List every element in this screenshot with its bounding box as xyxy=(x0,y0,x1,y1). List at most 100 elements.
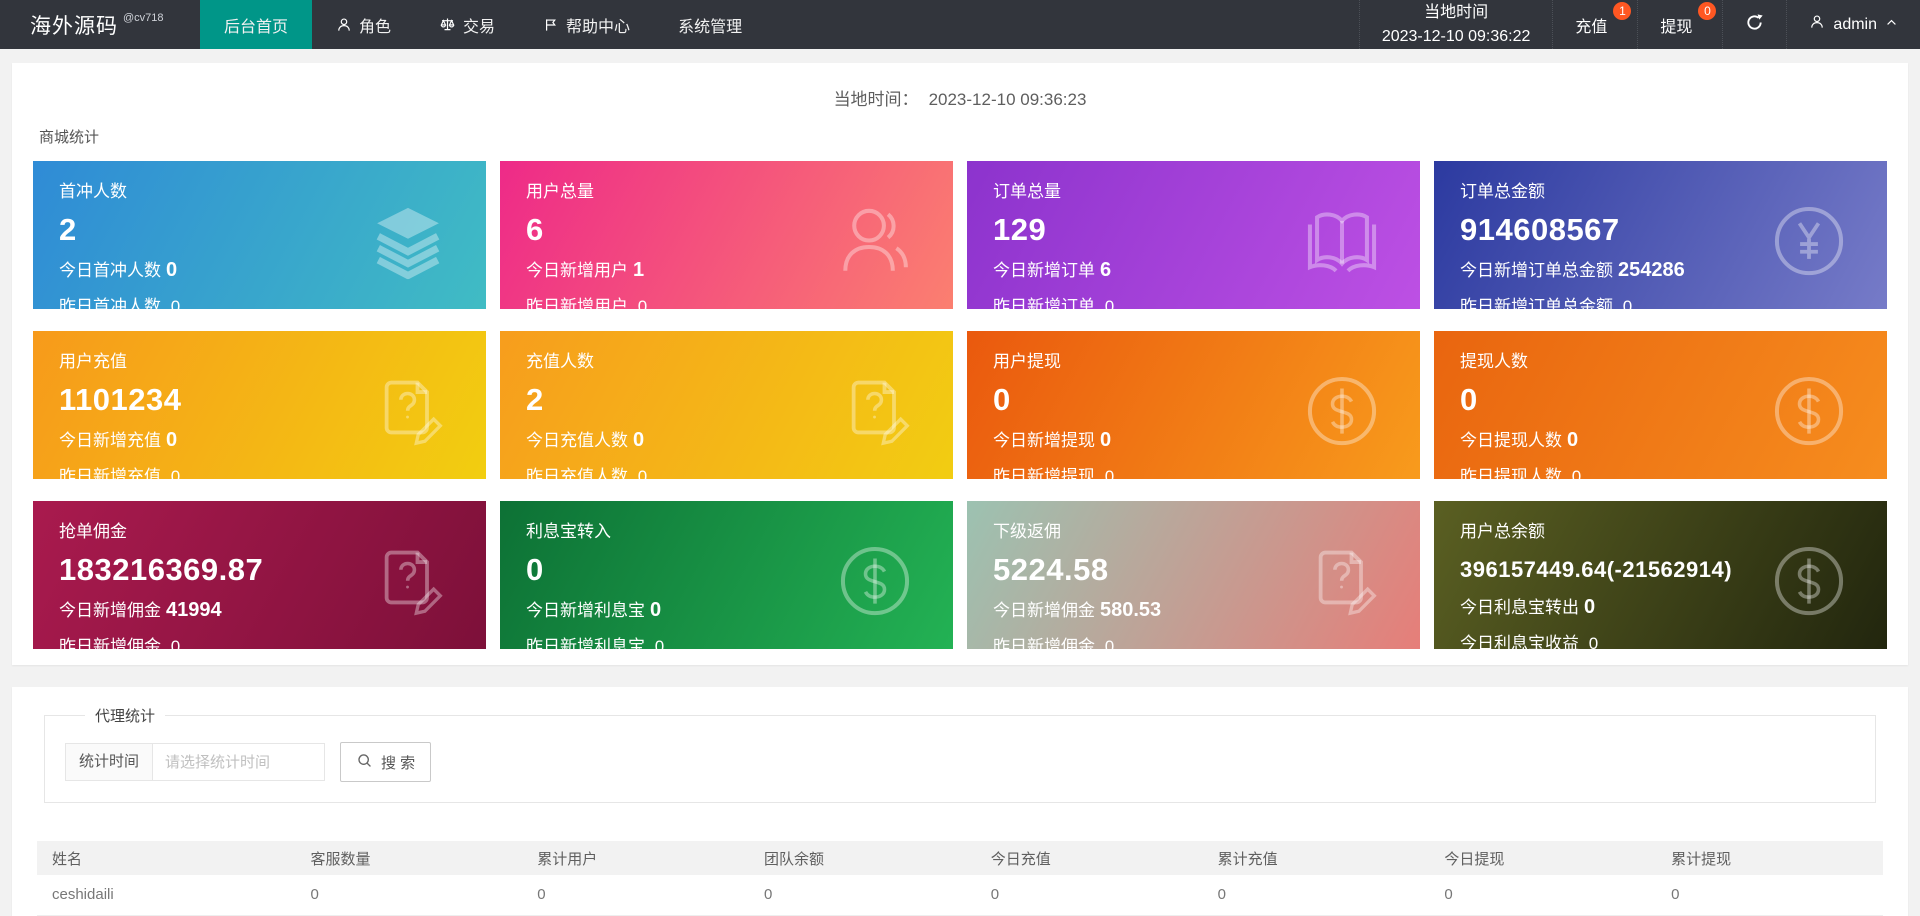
stat-card-title: 提现人数 xyxy=(1460,352,1528,371)
stat-card: 首冲人数 2 今日首冲人数 0 昨日首冲人数 0 xyxy=(33,161,486,309)
stat-time-label: 统计时间 xyxy=(65,743,154,781)
column-header: 累计用户 xyxy=(522,841,749,875)
users-icon xyxy=(837,203,913,279)
stat-card-yesterday-line: 昨日新增佣金 0 xyxy=(59,637,181,649)
table-cell: 0 xyxy=(1429,875,1657,916)
withdraw-label: 提现 xyxy=(1660,18,1693,36)
stat-card-yesterday-line: 昨日首冲人数 0 xyxy=(59,297,181,309)
agent-table-body: ceshidaili0000000qwe00100000001237770000… xyxy=(37,875,1883,916)
doc-edit-icon xyxy=(370,543,446,619)
stat-card-title: 用户总量 xyxy=(526,182,594,201)
withdraw-badge: 0 xyxy=(1698,2,1717,20)
menu-item-trade[interactable]: 交易 xyxy=(415,0,519,49)
column-header: 今日充值 xyxy=(975,841,1203,875)
doc-edit-icon xyxy=(370,373,446,449)
stat-card-title: 用户充值 xyxy=(59,352,127,371)
stat-card-yesterday-line: 昨日充值人数 0 xyxy=(526,467,648,479)
menu-item-help-center[interactable]: 帮助中心 xyxy=(519,0,654,49)
brand-logo[interactable]: 海外源码 @cv718 xyxy=(0,0,200,49)
menu-item-label: 交易 xyxy=(463,18,496,36)
column-header: 累计充值 xyxy=(1202,841,1430,875)
stat-card-title: 抢单佣金 xyxy=(59,522,127,541)
menu-item-system[interactable]: 系统管理 xyxy=(654,0,766,49)
stat-card-title: 用户总余额 xyxy=(1460,522,1545,541)
menu-item-roles[interactable]: 角色 xyxy=(312,0,415,49)
stat-time-input[interactable] xyxy=(153,743,326,781)
local-time-value: 2023-12-10 09:36:22 xyxy=(1381,27,1531,45)
local-time-block: 当地时间 2023-12-10 09:36:22 xyxy=(1358,0,1553,49)
user-menu[interactable]: admin xyxy=(1786,0,1920,49)
refresh-icon xyxy=(1745,13,1764,37)
stat-card-title: 充值人数 xyxy=(526,352,594,371)
stat-card-yesterday-line: 昨日新增提现 0 xyxy=(993,467,1115,479)
recharge-badge: 1 xyxy=(1613,2,1632,20)
column-header: 累计提现 xyxy=(1656,841,1883,875)
column-header: 团队余额 xyxy=(749,841,976,875)
agent-table: 姓名 客服数量 累计用户 团队余额 今日充值 累计充值 今日提现 累计提现 ceshidail… xyxy=(37,841,1883,916)
stat-card: 用户总余额 396157449.64(-21562914) 今日利息宝转出 0 今… xyxy=(1434,501,1887,649)
user-icon xyxy=(336,17,352,33)
stat-card: 订单总量 129 今日新增订单 6 昨日新增订单 0 xyxy=(967,161,1420,309)
stat-card-title: 用户提现 xyxy=(993,352,1061,371)
stat-card-yesterday-line: 昨日提现人数 0 xyxy=(1460,467,1582,479)
stat-card-yesterday-line: 昨日新增订单 0 xyxy=(993,297,1115,309)
stat-card-title: 订单总量 xyxy=(993,182,1061,201)
table-cell: 0 xyxy=(1656,875,1883,916)
search-button-label: 搜 索 xyxy=(381,754,416,772)
stat-card-title: 首冲人数 xyxy=(59,182,127,201)
scale-icon xyxy=(439,16,456,33)
table-row: ceshidaili 0 0 0 0 0 0 0 xyxy=(37,875,1883,916)
agent-panel: 代理统计 统计时间 搜 索 姓名客服数量累计用户团队余额今日充值累计充值今日提现… xyxy=(12,687,1908,916)
search-button[interactable]: 搜 索 xyxy=(340,742,432,782)
chevron-up-icon xyxy=(1885,16,1898,34)
stat-card: 用户总量 6 今日新增用户 1 昨日新增用户 0 xyxy=(500,161,953,309)
panel-local-time-value: 2023-12-10 09:36:23 xyxy=(928,90,1087,109)
table-cell: 0 xyxy=(1202,875,1430,916)
agent-filter-fieldset: 代理统计 统计时间 搜 索 xyxy=(44,705,1876,803)
withdraw-nav-item[interactable]: 提现 0 xyxy=(1637,0,1722,49)
brand-subtitle: @cv718 xyxy=(123,11,164,24)
stat-card-yesterday-line: 今日利息宝收益 0 xyxy=(1460,634,1599,649)
menu-item-dashboard[interactable]: 后台首页 xyxy=(200,0,313,49)
user-icon xyxy=(1809,14,1825,35)
stat-card: 提现人数 0 今日提现人数 0 昨日提现人数 0 xyxy=(1434,331,1887,479)
stat-card-yesterday-line: 昨日新增利息宝 0 xyxy=(526,637,665,649)
local-time-label: 当地时间 xyxy=(1424,3,1489,21)
stat-card: 下级返佣 5224.58 今日新增佣金 580.53 昨日新增佣金 0 xyxy=(967,501,1420,649)
top-navbar: 海外源码 @cv718 后台首页 角色 交易 帮助中心 系统管理 当地时间 20… xyxy=(0,0,1920,49)
section-title-shop-stats: 商城统计 xyxy=(39,129,100,146)
stats-grid: 首冲人数 2 今日首冲人数 0 昨日首冲人数 0 用户总量 6 今日新增用户 1 昨… xyxy=(33,161,1887,649)
search-icon xyxy=(356,752,373,773)
main-menu: 后台首页 角色 交易 帮助中心 系统管理 xyxy=(200,0,766,49)
stat-card-title: 利息宝转入 xyxy=(526,522,611,541)
table-cell: 0 xyxy=(749,875,976,916)
stat-card-yesterday-line: 昨日新增充值 0 xyxy=(59,467,181,479)
dollar-circle-icon xyxy=(837,543,913,619)
stat-card: 充值人数 2 今日充值人数 0 昨日充值人数 0 xyxy=(500,331,953,479)
menu-item-label: 角色 xyxy=(359,18,392,36)
agent-filter-legend: 代理统计 xyxy=(95,708,156,725)
stat-card-yesterday-line: 昨日新增佣金 0 xyxy=(993,637,1115,649)
book-icon xyxy=(1304,203,1380,279)
navbar-right: 当地时间 2023-12-10 09:36:22 充值 1 提现 0 admin xyxy=(1358,0,1920,49)
column-header: 今日提现 xyxy=(1429,841,1657,875)
refresh-button[interactable] xyxy=(1722,0,1786,49)
flag-icon xyxy=(543,17,559,33)
main-content: 当地时间： 2023-12-10 09:36:23 商城统计 首冲人数 2 今日首… xyxy=(0,63,1920,916)
panel-local-time: 当地时间： 2023-12-10 09:36:23 xyxy=(33,85,1887,110)
stat-card: 抢单佣金 183216369.87 今日新增佣金 41994 昨日新增佣金 0 xyxy=(33,501,486,649)
table-cell: 0 xyxy=(975,875,1203,916)
panel-local-time-label: 当地时间： xyxy=(833,90,919,109)
yen-circle-icon xyxy=(1771,203,1847,279)
agent-filter-row: 统计时间 搜 索 xyxy=(65,742,1855,782)
dollar-circle-icon xyxy=(1771,373,1847,449)
brand-name: 海外源码 xyxy=(30,14,118,38)
column-header: 姓名 xyxy=(37,841,296,875)
recharge-label: 充值 xyxy=(1575,18,1608,36)
recharge-nav-item[interactable]: 充值 1 xyxy=(1552,0,1637,49)
stat-card-title: 订单总金额 xyxy=(1460,182,1545,201)
table-cell: 0 xyxy=(295,875,523,916)
doc-edit-icon xyxy=(837,373,913,449)
column-header: 客服数量 xyxy=(295,841,523,875)
dollar-circle-icon xyxy=(1304,373,1380,449)
